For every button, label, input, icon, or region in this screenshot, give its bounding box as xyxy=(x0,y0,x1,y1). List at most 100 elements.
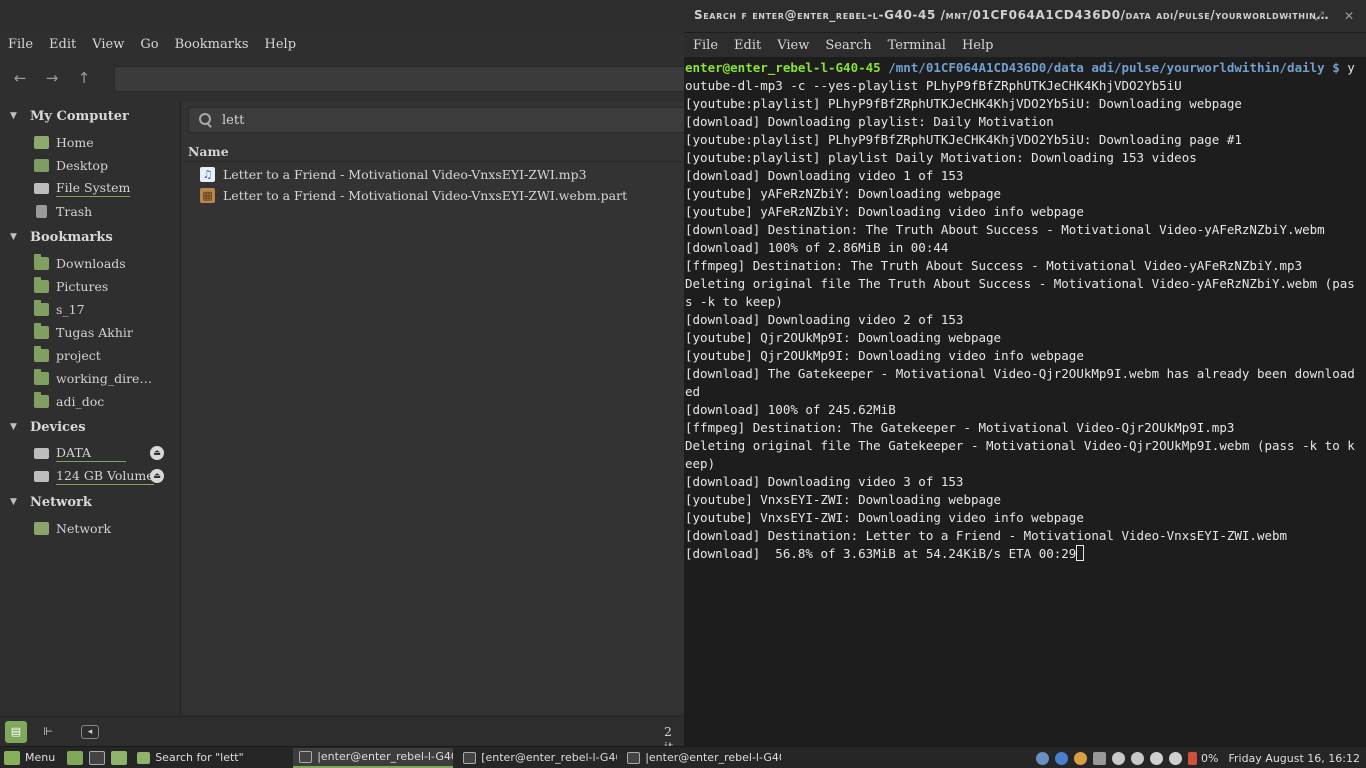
menu-edit[interactable]: Edit xyxy=(734,38,761,53)
terminal-icon xyxy=(463,751,477,764)
sidebar-item-trash[interactable]: Trash xyxy=(34,201,92,221)
update-manager-icon[interactable] xyxy=(1074,751,1088,765)
column-header-name[interactable]: Name xyxy=(182,142,684,162)
show-places-icon[interactable]: ▤ xyxy=(5,721,27,743)
terminal-launcher-icon[interactable] xyxy=(89,750,106,765)
menu-search[interactable]: Search xyxy=(825,38,871,53)
sidebar-item-s17[interactable]: s_17 xyxy=(34,299,85,319)
menu-view[interactable]: View xyxy=(92,37,124,52)
folder-icon xyxy=(34,253,49,270)
terminal-output[interactable]: enter@enter_rebel-l-G40-45 /mnt/01CF064A… xyxy=(685,59,1357,745)
sidebar-item-124gb-volume[interactable]: 124 GB Volume xyxy=(34,466,154,486)
eject-icon[interactable]: ⏏ xyxy=(150,469,164,483)
sidebar-item-tugas-akhir[interactable]: Tugas Akhir xyxy=(34,322,133,342)
drive-icon xyxy=(34,470,49,482)
sidebar-item-file-system[interactable]: File System xyxy=(34,178,131,198)
show-desktop-icon[interactable] xyxy=(67,750,84,765)
up-arrow-icon[interactable]: ↑ xyxy=(74,68,94,88)
terminal-line: [download] Downloading video 3 of 153 xyxy=(685,474,964,489)
minimize-icon[interactable]: – xyxy=(1280,7,1298,25)
terminal-line: [ffmpeg] Destination: The Truth About Su… xyxy=(685,258,1303,273)
volume-icon[interactable] xyxy=(1169,751,1183,765)
terminal-line: [youtube] yAFeRzNZbiY: Downloading webpa… xyxy=(685,186,1002,201)
sidebar-item-home[interactable]: Home xyxy=(34,132,94,152)
terminal-line: [download] 100% of 245.62MiB xyxy=(685,402,896,417)
terminal-line: [download] 100% of 2.86MiB in 00:44 xyxy=(685,240,949,255)
user-icon[interactable] xyxy=(1131,751,1145,765)
terminal-titlebar[interactable]: Search f enter@enter_rebel-l-G40-45 /mnt… xyxy=(684,0,1366,32)
trash-icon xyxy=(36,204,47,218)
task-terminal-2[interactable]: [enter@enter_rebel-l-G40-45… xyxy=(457,748,617,768)
task-terminal-3[interactable]: |enter@enter_rebel-l-G40-4… xyxy=(621,748,781,768)
forward-arrow-icon[interactable]: → xyxy=(42,68,62,88)
search-icon xyxy=(198,112,214,128)
terminal-line: Deleting original file The Gatekeeper - … xyxy=(685,438,1355,471)
desktop-icon xyxy=(34,158,49,172)
search-bar xyxy=(188,107,684,133)
menu-view[interactable]: View xyxy=(777,38,809,53)
file-row[interactable]: ▦ Letter to a Friend - Motivational Vide… xyxy=(200,185,627,205)
battery-percent: 0% xyxy=(1201,751,1219,765)
menu-go[interactable]: Go xyxy=(140,37,158,52)
menu-file[interactable]: File xyxy=(693,38,718,53)
start-menu-button[interactable]: Menu xyxy=(0,747,61,768)
expand-triangle-icon[interactable]: ▼ xyxy=(10,111,20,121)
sidebar-section-network[interactable]: ▼ Network xyxy=(0,492,92,512)
folder-icon xyxy=(34,368,49,385)
sidebar-item-project[interactable]: project xyxy=(34,345,101,365)
menu-help[interactable]: Help xyxy=(265,37,297,52)
sidebar-item-adi-doc[interactable]: adi_doc xyxy=(34,391,104,411)
close-icon[interactable]: ✕ xyxy=(1340,7,1358,25)
maximize-icon[interactable]: ⤢ xyxy=(1310,7,1328,25)
folder-icon xyxy=(137,751,151,764)
battery-icon[interactable] xyxy=(1188,751,1198,765)
disk-icon[interactable] xyxy=(1112,751,1126,765)
task-terminal-1[interactable]: |enter@enter_rebel-l-G40-4… xyxy=(293,747,454,768)
menu-file[interactable]: File xyxy=(8,37,33,52)
menu-terminal[interactable]: Terminal xyxy=(888,38,946,53)
sidebar-section-devices[interactable]: ▼ Devices xyxy=(0,417,86,437)
task-file-manager[interactable]: Search for "lett" xyxy=(131,748,289,768)
menu-bookmarks[interactable]: Bookmarks xyxy=(175,37,249,52)
terminal-line: [youtube] VnxsEYI-ZWI: Downloading video… xyxy=(685,510,1084,525)
status-bar: ▤ ⊩ ◂ xyxy=(0,716,684,746)
back-arrow-icon[interactable]: ← xyxy=(10,68,30,88)
sidebar-item-data-drive[interactable]: DATA xyxy=(34,443,126,463)
expand-triangle-icon[interactable]: ▼ xyxy=(10,422,20,432)
show-tree-icon[interactable]: ⊩ xyxy=(37,721,59,743)
shield-icon[interactable] xyxy=(1036,751,1050,765)
sidebar-item-working-dir[interactable]: working_dire… xyxy=(34,368,152,388)
menu-edit[interactable]: Edit xyxy=(49,37,76,52)
sidebar-item-downloads[interactable]: Downloads xyxy=(34,253,126,273)
eject-icon[interactable]: ⏏ xyxy=(150,446,164,460)
files-launcher-icon[interactable] xyxy=(111,750,128,765)
hide-sidebar-icon[interactable]: ◂ xyxy=(81,725,99,739)
window-title: Search f enter@enter_rebel-l-G40-45 /mnt… xyxy=(694,8,1330,22)
search-input[interactable] xyxy=(222,112,662,128)
sidebar-item-pictures[interactable]: Pictures xyxy=(34,276,108,296)
menu-help[interactable]: Help xyxy=(962,38,994,53)
wifi-icon[interactable] xyxy=(1150,751,1164,765)
bluetooth-icon[interactable] xyxy=(1055,751,1069,765)
terminal-icon xyxy=(627,751,641,764)
terminal-line: [download] Downloading video 2 of 153 xyxy=(685,312,964,327)
terminal-icon xyxy=(299,750,313,763)
sidebar-section-my-computer[interactable]: ▼ My Computer xyxy=(0,106,129,126)
clock[interactable]: Friday August 16, 16:12 xyxy=(1228,752,1360,765)
terminal-scrollbar[interactable] xyxy=(1358,59,1366,745)
expand-triangle-icon[interactable]: ▼ xyxy=(10,497,20,507)
file-manager-titlebar[interactable] xyxy=(0,0,684,32)
location-bar[interactable] xyxy=(114,66,684,92)
file-row[interactable]: ♫ Letter to a Friend - Motivational Vide… xyxy=(200,164,587,184)
text-cursor xyxy=(1076,545,1085,561)
terminal-line: [ffmpeg] Destination: The Gatekeeper - M… xyxy=(685,420,1235,435)
prompt-path: /mnt/01CF064A1CD436D0/data adi/pulse/you… xyxy=(888,60,1340,75)
clipboard-icon[interactable] xyxy=(1093,751,1107,765)
sidebar-item-desktop[interactable]: Desktop xyxy=(34,155,108,175)
terminal-line: [youtube] Qjr2OUkMp9I: Downloading webpa… xyxy=(685,330,1002,345)
file-manager-menubar: File Edit View Go Bookmarks Help xyxy=(0,32,684,56)
sidebar-section-bookmarks[interactable]: ▼ Bookmarks xyxy=(0,227,113,247)
sidebar-item-network[interactable]: Network xyxy=(34,518,111,538)
system-tray: 0% Friday August 16, 16:12 xyxy=(1030,747,1366,768)
expand-triangle-icon[interactable]: ▼ xyxy=(10,232,20,242)
